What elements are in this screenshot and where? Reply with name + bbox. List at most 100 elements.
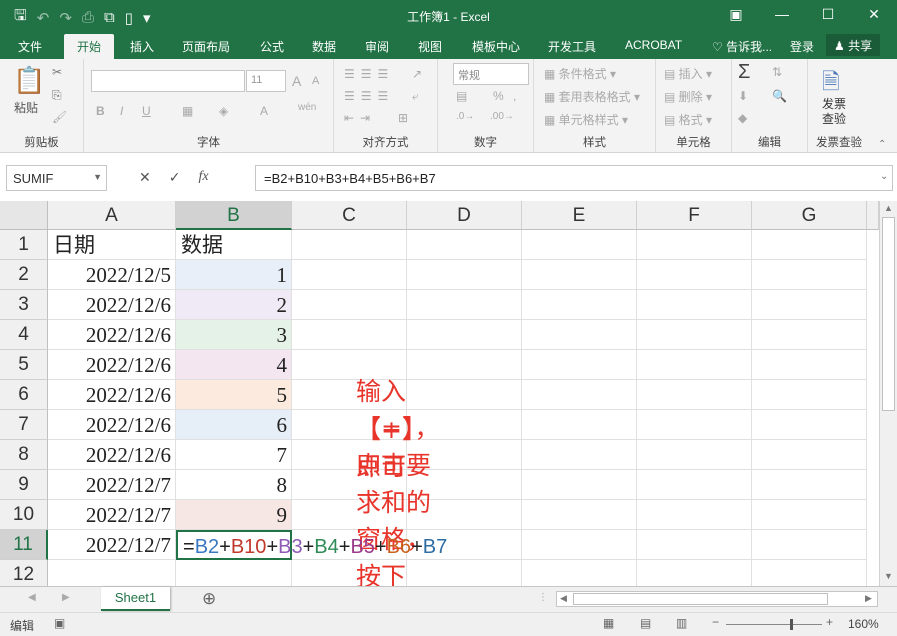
cell-a6[interactable]: 2022/12/6: [48, 380, 176, 410]
macro-record-icon[interactable]: ▣: [54, 616, 65, 630]
format-as-table-button[interactable]: ▦ 套用表格格式 ▾: [544, 88, 640, 105]
cell-a11[interactable]: 2022/12/7: [48, 530, 176, 560]
comma-style-icon[interactable]: ,: [513, 89, 516, 103]
indent-icons[interactable]: ⇤⇥: [344, 111, 376, 125]
cell-d1[interactable]: [407, 230, 522, 260]
accounting-format-icon[interactable]: ▤: [456, 89, 467, 103]
cell-a8[interactable]: 2022/12/6: [48, 440, 176, 470]
cell-b5[interactable]: 4: [176, 350, 292, 380]
tab-developer[interactable]: 开发工具: [548, 38, 596, 55]
fill-icon[interactable]: ⬇: [738, 89, 748, 103]
cell-b1[interactable]: 数据: [176, 230, 292, 260]
cell-c1[interactable]: [292, 230, 407, 260]
cell-f5[interactable]: [637, 350, 752, 380]
row-header-7[interactable]: 7: [0, 410, 48, 440]
row-header-8[interactable]: 8: [0, 440, 48, 470]
row-header-5[interactable]: 5: [0, 350, 48, 380]
tab-file[interactable]: 文件: [18, 38, 42, 55]
sort-filter-icon[interactable]: ⇅: [772, 65, 782, 79]
cell-d4[interactable]: [407, 320, 522, 350]
phonetic-icon[interactable]: wén: [298, 102, 316, 113]
row-header-2[interactable]: 2: [0, 260, 48, 290]
cell-a9[interactable]: 2022/12/7: [48, 470, 176, 500]
cell-b3[interactable]: 2: [176, 290, 292, 320]
cell-f6[interactable]: [637, 380, 752, 410]
cell-g4[interactable]: [752, 320, 867, 350]
cell-e9[interactable]: [522, 470, 637, 500]
cell-a1[interactable]: 日期: [48, 230, 176, 260]
cell-a5[interactable]: 2022/12/6: [48, 350, 176, 380]
page-break-view-icon[interactable]: ▥: [676, 616, 687, 630]
format-painter-icon[interactable]: 🖌: [52, 110, 67, 124]
cell-d2[interactable]: [407, 260, 522, 290]
vertical-align-icons[interactable]: ☰☰☰: [344, 67, 394, 81]
cell-g5[interactable]: [752, 350, 867, 380]
collapse-ribbon-icon[interactable]: ⌃: [878, 139, 886, 150]
row-header-9[interactable]: 9: [0, 470, 48, 500]
cell-b10[interactable]: 9: [176, 500, 292, 530]
cell-g2[interactable]: [752, 260, 867, 290]
copy-icon[interactable]: ⎘: [52, 88, 62, 103]
cell-e8[interactable]: [522, 440, 637, 470]
login-link[interactable]: 登录: [790, 38, 814, 55]
tab-acrobat[interactable]: ACROBAT: [625, 38, 682, 52]
orientation-icon[interactable]: ↗: [412, 67, 422, 81]
column-header-c[interactable]: C: [292, 201, 407, 230]
cell-g10[interactable]: [752, 500, 867, 530]
cell-c3[interactable]: [292, 290, 407, 320]
font-size-dropdown[interactable]: 11: [246, 70, 286, 92]
column-header-a[interactable]: A: [48, 201, 176, 230]
tab-data[interactable]: 数据: [312, 38, 336, 55]
normal-view-icon[interactable]: ▦: [603, 616, 614, 630]
merge-center-icon[interactable]: ⊞: [398, 111, 408, 125]
horizontal-align-icons[interactable]: ☰☰☰: [344, 89, 394, 103]
ribbon-display-options-icon[interactable]: ▣: [713, 0, 759, 30]
row-header-3[interactable]: 3: [0, 290, 48, 320]
add-sheet-icon[interactable]: ⊕: [202, 589, 216, 609]
column-header-b[interactable]: B: [176, 201, 292, 230]
row-header-4[interactable]: 4: [0, 320, 48, 350]
zoom-in-icon[interactable]: +: [826, 615, 833, 629]
cut-icon[interactable]: ✂: [52, 65, 62, 79]
conditional-format-button[interactable]: ▦ 条件格式 ▾: [544, 65, 616, 82]
cell-d3[interactable]: [407, 290, 522, 320]
chevron-down-icon[interactable]: ▼: [93, 172, 102, 182]
format-cells-button[interactable]: ▤ 格式 ▾: [664, 111, 712, 128]
cell-b6[interactable]: 5: [176, 380, 292, 410]
cell-a7[interactable]: 2022/12/6: [48, 410, 176, 440]
name-box[interactable]: SUMIF ▼: [6, 165, 107, 191]
insert-function-icon[interactable]: fx: [198, 169, 208, 186]
cell-c4[interactable]: [292, 320, 407, 350]
fill-color-icon[interactable]: ◈: [219, 104, 228, 118]
cell-g6[interactable]: [752, 380, 867, 410]
cell-f4[interactable]: [637, 320, 752, 350]
tab-view[interactable]: 视图: [418, 38, 442, 55]
active-cell-b11[interactable]: =B2+B10+B3+B4+B5+B6+B7: [176, 530, 447, 560]
cell-b8[interactable]: 7: [176, 440, 292, 470]
font-color-icon[interactable]: A: [260, 104, 268, 118]
vertical-scroll-thumb[interactable]: [882, 217, 895, 411]
row-header-6[interactable]: 6: [0, 380, 48, 410]
cell-e7[interactable]: [522, 410, 637, 440]
cell-f9[interactable]: [637, 470, 752, 500]
percent-icon[interactable]: %: [493, 89, 504, 103]
cell-f2[interactable]: [637, 260, 752, 290]
expand-formula-bar-icon[interactable]: ⌄: [880, 171, 888, 182]
prev-sheet-icon[interactable]: ◀: [28, 592, 36, 603]
horizontal-scroll-thumb[interactable]: [573, 593, 828, 605]
delete-cells-button[interactable]: ▤ 删除 ▾: [664, 88, 712, 105]
paste-button[interactable]: 粘贴: [14, 99, 38, 116]
cancel-icon[interactable]: ✕: [139, 169, 151, 186]
tab-page-layout[interactable]: 页面布局: [182, 38, 230, 55]
tab-review[interactable]: 审阅: [365, 38, 389, 55]
scroll-left-icon[interactable]: ◀: [560, 593, 567, 604]
cell-e11[interactable]: [522, 530, 637, 560]
cell-a4[interactable]: 2022/12/6: [48, 320, 176, 350]
increase-decimal-icon[interactable]: .0→: [456, 111, 474, 122]
cell-styles-button[interactable]: ▦ 单元格样式 ▾: [544, 111, 628, 128]
grow-font-icon[interactable]: A: [292, 73, 301, 89]
zoom-slider-thumb[interactable]: [790, 619, 793, 630]
cell-g8[interactable]: [752, 440, 867, 470]
cell-f1[interactable]: [637, 230, 752, 260]
cell-e2[interactable]: [522, 260, 637, 290]
